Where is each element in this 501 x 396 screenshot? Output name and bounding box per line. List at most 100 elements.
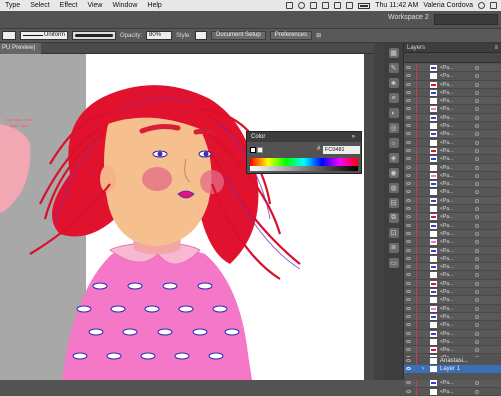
opacity-input[interactable]: 80% [146, 31, 173, 40]
visibility-eye-icon[interactable] [406, 323, 411, 327]
search-icon[interactable] [478, 2, 485, 9]
layer-row[interactable]: <Pa... [404, 304, 501, 313]
layer-row[interactable]: <Pa... [404, 279, 501, 289]
appearance-icon[interactable]: ☼ [388, 138, 399, 148]
user-name[interactable]: Valeria Cordova [423, 2, 473, 9]
canvas[interactable] [0, 54, 374, 380]
target-circle-icon[interactable] [475, 256, 479, 261]
stroke-swatch[interactable] [257, 147, 263, 153]
visibility-eye-icon[interactable] [406, 314, 411, 318]
visibility-eye-icon[interactable] [406, 381, 411, 385]
grayscale-ramp[interactable] [250, 166, 358, 171]
layer-row[interactable]: <Pa... [404, 196, 501, 206]
target-circle-icon[interactable] [475, 331, 479, 336]
visibility-eye-icon[interactable] [406, 99, 411, 103]
visibility-eye-icon[interactable] [406, 389, 411, 393]
layer-row[interactable]: <Pa... [404, 246, 501, 255]
layer-row[interactable]: <Pa... [404, 138, 501, 147]
align-icon[interactable]: ⊟ [388, 198, 399, 208]
gradient-icon[interactable]: ◐ [388, 108, 399, 118]
visibility-eye-icon[interactable] [406, 240, 411, 244]
target-circle-icon[interactable] [475, 298, 479, 303]
visibility-eye-icon[interactable] [406, 115, 411, 119]
target-circle-icon[interactable] [475, 82, 479, 87]
visibility-eye-icon[interactable] [406, 66, 411, 69]
wifi-icon[interactable] [322, 2, 330, 9]
target-circle-icon[interactable] [475, 265, 479, 270]
visibility-eye-icon[interactable] [406, 148, 411, 152]
target-circle-icon[interactable] [475, 74, 479, 79]
graphic-style-swatch[interactable] [195, 31, 208, 40]
layer-row[interactable]: <Pa... [404, 263, 501, 272]
visibility-eye-icon[interactable] [406, 215, 411, 219]
collapse-icon[interactable]: » [352, 132, 355, 142]
menu-window[interactable]: Window [107, 2, 142, 9]
target-circle-icon[interactable] [475, 314, 479, 319]
visibility-eye-icon[interactable] [406, 367, 411, 370]
color-guide-icon[interactable]: ◍ [388, 183, 399, 193]
brush-definition[interactable] [72, 31, 116, 40]
disclosure-triangle-icon[interactable]: › [422, 365, 424, 373]
layer-row[interactable]: <Pa... [404, 312, 501, 322]
dropbox-icon[interactable] [286, 2, 294, 9]
target-circle-icon[interactable] [475, 381, 479, 386]
target-circle-icon[interactable] [475, 115, 479, 120]
layer-row[interactable]: <Pa... [404, 146, 501, 156]
volume-icon[interactable] [346, 2, 354, 9]
target-circle-icon[interactable] [475, 248, 479, 253]
color-icon[interactable]: ◉ [388, 168, 399, 178]
visibility-eye-icon[interactable] [406, 124, 411, 128]
visibility-eye-icon[interactable] [406, 248, 411, 252]
layers-icon[interactable]: ⧈ [388, 243, 399, 253]
layer-row[interactable]: <Pa... [404, 80, 501, 89]
layer-row[interactable]: <Pa... [404, 288, 501, 297]
menu-select[interactable]: Select [25, 2, 54, 9]
visibility-eye-icon[interactable] [406, 306, 411, 310]
layer-row[interactable]: <Pa... [404, 229, 501, 239]
brushes-icon[interactable]: ✎ [388, 63, 399, 73]
clock-icon[interactable] [310, 2, 318, 9]
layer-row[interactable]: <Pa... [404, 296, 501, 305]
variable-width-profile[interactable]: Uniform [20, 31, 68, 40]
layer-row[interactable]: <Pa... [404, 163, 501, 172]
layer-row[interactable]: <Pa... [404, 271, 501, 280]
graphic-styles-icon[interactable]: ◈ [388, 153, 399, 163]
pathfinder-icon[interactable]: ⧉ [388, 213, 399, 223]
arrange-icon[interactable]: ⊞ [316, 32, 321, 39]
hex-input[interactable]: FC0481 [323, 146, 360, 154]
document-setup-button[interactable]: Document Setup [211, 31, 266, 40]
visibility-eye-icon[interactable] [406, 198, 411, 202]
layer-row[interactable]: <Pa... [404, 213, 501, 222]
layers-panel-header[interactable]: Layers ≡ [404, 43, 501, 53]
target-circle-icon[interactable] [475, 339, 479, 344]
layer-row[interactable]: <Pa... [404, 180, 501, 189]
transparency-icon[interactable]: ◎ [388, 123, 399, 133]
color-spectrum[interactable] [250, 158, 358, 166]
target-circle-icon[interactable] [475, 281, 479, 286]
layer-row[interactable]: <Pa... [404, 379, 501, 388]
transform-icon[interactable]: ⊡ [388, 228, 399, 238]
target-circle-icon[interactable] [475, 173, 479, 178]
visibility-eye-icon[interactable] [406, 281, 411, 285]
swatches-icon[interactable]: ▦ [388, 48, 399, 58]
sync-icon[interactable] [298, 2, 306, 9]
target-circle-icon[interactable] [475, 389, 479, 394]
layer-row[interactable]: <Pa... [404, 113, 501, 123]
visibility-eye-icon[interactable] [406, 157, 411, 161]
layer-row[interactable]: <Pa... [404, 155, 501, 164]
visibility-eye-icon[interactable] [406, 74, 411, 78]
target-circle-icon[interactable] [475, 215, 479, 220]
target-circle-icon[interactable] [475, 182, 479, 187]
layer-row[interactable]: <Pa... [404, 329, 501, 338]
visibility-eye-icon[interactable] [406, 182, 411, 186]
fill-swatch[interactable] [250, 147, 256, 153]
battery-icon[interactable] [358, 2, 371, 9]
layer-row[interactable]: <Pa... [404, 188, 501, 197]
list-icon[interactable] [490, 2, 497, 9]
visibility-eye-icon[interactable] [406, 165, 411, 169]
layer-row[interactable]: <Pa... [404, 346, 501, 355]
layer-row[interactable]: <Pa... [404, 122, 501, 131]
target-circle-icon[interactable] [475, 140, 479, 145]
visibility-eye-icon[interactable] [406, 132, 411, 136]
visibility-eye-icon[interactable] [406, 82, 411, 86]
